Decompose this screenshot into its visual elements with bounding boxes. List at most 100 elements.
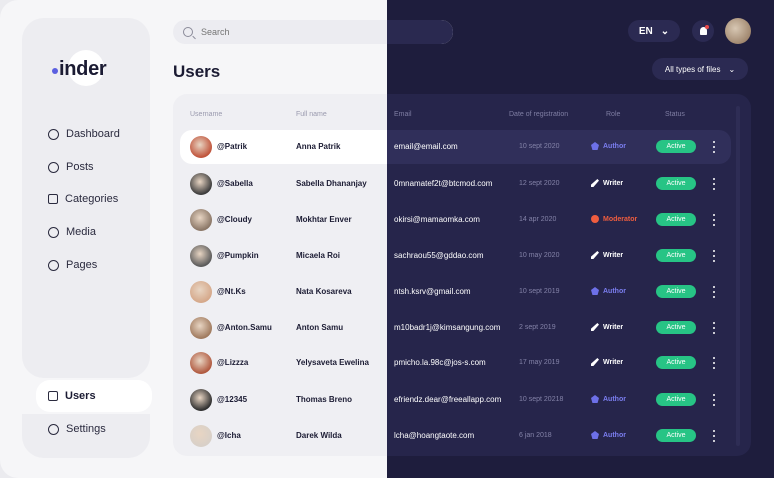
writer-role-icon [591,179,599,187]
email-cell: pmicho.la.98c@jos-s.com [394,358,486,367]
more-options-icon[interactable] [712,214,716,226]
avatar[interactable] [190,352,212,374]
username-cell[interactable]: @Patrik [217,142,247,151]
email-cell: efriendz.dear@freeallapp.com [394,395,502,404]
email-cell: lcha@hoangtaote.com [394,431,475,440]
pages-icon [48,259,59,271]
username-cell[interactable]: @12345 [217,395,247,404]
username-cell[interactable]: @Sabella [217,179,253,188]
search-input[interactable] [201,27,401,37]
date-cell: 17 may 2019 [519,359,560,366]
full-name-cell: Anna Patrik [296,142,341,151]
author-role-icon [591,287,599,295]
sidebar-item-label: Categories [65,193,119,205]
username-cell[interactable]: @Pumpkin [217,251,259,260]
sidebar-item-settings[interactable]: Settings [48,423,106,435]
table-scrollbar[interactable] [736,106,740,446]
date-cell: 12 sept 2020 [519,180,560,187]
role-label: Author [603,431,626,439]
page-title: Users [173,62,221,81]
avatar[interactable] [190,209,212,231]
role-label: Author [603,395,626,403]
avatar[interactable] [190,136,212,158]
column-header-full-name[interactable]: Full name [296,111,327,118]
username-cell[interactable]: @Lizzza [217,358,248,367]
status-badge: Active [656,356,696,369]
grid-icon [48,194,58,204]
sidebar-item-posts[interactable]: Posts [48,161,94,173]
date-cell: 10 sept 20218 [519,396,564,403]
language-selector[interactable]: EN ⌄ [628,20,680,42]
avatar[interactable] [190,389,212,411]
search-icon [183,27,193,37]
email-cell: 0mnamatef2t@btcmod.com [394,179,493,188]
chevron-down-icon: ⌄ [660,25,670,37]
clock-icon [48,128,59,140]
settings-panel [22,414,150,458]
sidebar-item-media[interactable]: Media [48,226,96,238]
date-cell: 10 sept 2019 [519,288,560,295]
full-name-cell: Micaela Roi [296,251,341,260]
sidebar-item-label: Posts [66,161,94,173]
status-badge: Active [656,321,696,334]
role-cell: Author [591,431,626,439]
role-cell: Moderator [591,215,637,223]
role-cell: Author [591,395,626,403]
author-role-icon [591,395,599,403]
full-name-cell: Thomas Breno [296,395,353,404]
avatar[interactable] [190,173,212,195]
brand-logo[interactable]: inder [52,58,107,81]
full-name-cell: Sabella Dhananjay [296,179,367,188]
role-cell: Author [591,287,626,295]
author-role-icon [591,142,599,150]
more-options-icon[interactable] [712,357,716,369]
more-options-icon[interactable] [712,430,716,442]
user-avatar[interactable] [725,18,751,44]
column-header-role[interactable]: Role [606,111,620,118]
more-options-icon[interactable] [712,286,716,298]
username-cell[interactable]: @Cloudy [217,215,252,224]
more-options-icon[interactable] [712,322,716,334]
username-cell[interactable]: @Nt.Ks [217,287,246,296]
status-badge: Active [656,249,696,262]
full-name-cell: Darek Wilda [296,431,342,440]
full-name-cell: Yelysaveta Ewelina [296,358,369,367]
more-options-icon[interactable] [712,394,716,406]
posts-icon [48,161,59,173]
users-icon [48,391,58,401]
chevron-down-icon: ⌄ [728,64,736,74]
status-badge: Active [656,393,696,406]
username-cell[interactable]: @Icha [217,431,241,440]
writer-role-icon [591,323,599,331]
date-cell: 6 jan 2018 [519,432,552,439]
column-header-status[interactable]: Status [665,111,685,118]
full-name-cell: Anton Samu [296,323,344,332]
status-badge: Active [656,429,696,442]
brand-name: inder [59,58,107,80]
username-cell[interactable]: @Anton.Samu [217,323,272,332]
sidebar-item-users[interactable]: Users [48,390,96,402]
writer-role-icon [591,358,599,366]
more-options-icon[interactable] [712,141,716,153]
full-name-cell: Nata Kosareva [296,287,352,296]
notifications-button[interactable] [692,20,714,42]
column-header-date[interactable]: Date of registration [509,111,568,118]
filter-label: All types of files [664,64,721,74]
column-header-email[interactable]: Email [394,111,412,118]
avatar[interactable] [190,425,212,447]
bell-icon [699,25,709,35]
avatar[interactable] [190,317,212,339]
column-header-username[interactable]: Username [190,111,222,118]
more-options-icon[interactable] [712,178,716,190]
sidebar-item-pages[interactable]: Pages [48,259,97,271]
avatar[interactable] [190,245,212,267]
status-badge: Active [656,213,696,226]
avatar[interactable] [190,281,212,303]
sidebar-item-dashboard[interactable]: Dashboard [48,128,120,140]
file-type-filter[interactable]: All types of files ⌄ [652,58,748,80]
status-badge: Active [656,285,696,298]
role-label: Author [603,287,626,295]
sidebar-item-categories[interactable]: Categories [48,193,118,205]
gear-icon [48,423,59,435]
more-options-icon[interactable] [712,250,716,262]
